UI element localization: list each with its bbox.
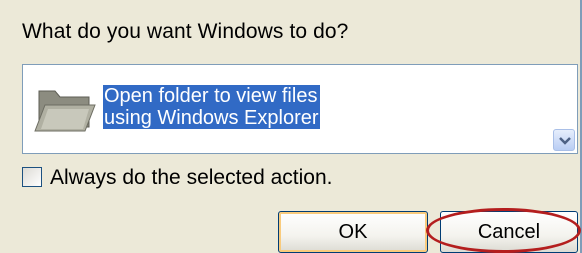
chevron-down-icon (559, 137, 571, 145)
always-do-checkbox[interactable] (22, 167, 42, 187)
dialog-prompt: What do you want Windows to do? (22, 20, 349, 43)
action-listbox[interactable]: Open folder to view files using Windows … (22, 64, 578, 154)
cancel-button[interactable]: Cancel (440, 211, 578, 253)
selected-action-text[interactable]: Open folder to view files using Windows … (103, 85, 320, 129)
folder-icon (33, 79, 97, 137)
always-do-label[interactable]: Always do the selected action. (50, 166, 333, 190)
scroll-down-button[interactable] (553, 129, 575, 151)
ok-button[interactable]: OK (278, 211, 428, 253)
